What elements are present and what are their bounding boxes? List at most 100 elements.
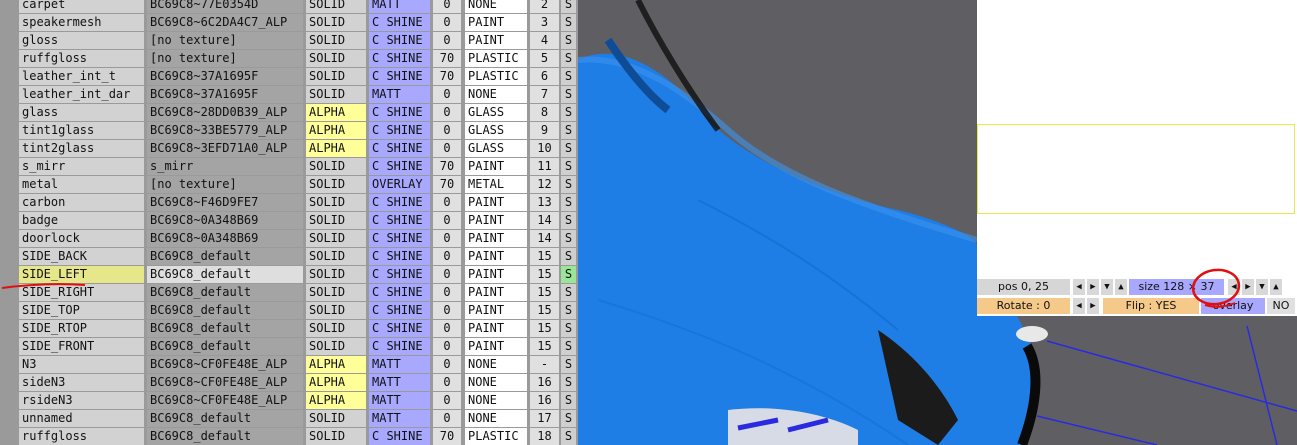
surface-type[interactable]: PAINT [465, 230, 527, 247]
shader-type[interactable]: MATT [369, 392, 430, 409]
select-toggle[interactable]: S [561, 140, 576, 157]
surface-type[interactable]: NONE [465, 86, 527, 103]
material-name[interactable]: tint2glass [19, 140, 144, 157]
texture-name[interactable]: s_mirr [147, 158, 303, 175]
shine-value[interactable]: 0 [433, 14, 461, 31]
material-row[interactable]: sideN3 BC69C8~CF0FE48E_ALP ALPHA MATT 0 NONE 1… [0, 374, 578, 391]
material-row[interactable]: ruffgloss [no texture] SOLID C SHINE 70 PLAST… [0, 50, 578, 67]
select-toggle[interactable]: S [561, 248, 576, 265]
texture-name[interactable]: BC69C8~37A1695F [147, 68, 303, 85]
blend-mode[interactable]: ALPHA [306, 356, 366, 373]
shader-type[interactable]: C SHINE [369, 212, 430, 229]
pos-left-button[interactable]: ◀ [1073, 279, 1085, 295]
material-name[interactable]: metal [19, 176, 144, 193]
shine-value[interactable]: 70 [433, 68, 461, 85]
select-toggle[interactable]: S [561, 0, 576, 13]
select-toggle[interactable]: S [561, 104, 576, 121]
blend-mode[interactable]: SOLID [306, 266, 366, 283]
material-row[interactable]: unnamed BC69C8_default SOLID MATT 0 NONE 17 S [0, 410, 578, 427]
group-number[interactable]: 11 [530, 158, 559, 175]
surface-type[interactable]: PAINT [465, 266, 527, 283]
select-toggle[interactable]: S [561, 428, 576, 445]
material-row[interactable]: glass BC69C8~28DD0B39_ALP ALPHA C SHINE 0 GLA… [0, 104, 578, 121]
surface-type[interactable]: GLASS [465, 140, 527, 157]
material-name[interactable]: SIDE_RIGHT [19, 284, 144, 301]
surface-type[interactable]: NONE [465, 392, 527, 409]
texture-name[interactable]: BC69C8~CF0FE48E_ALP [147, 356, 303, 373]
texture-name[interactable]: [no texture] [147, 176, 303, 193]
blend-mode[interactable]: SOLID [306, 338, 366, 355]
material-name[interactable]: glass [19, 104, 144, 121]
material-row[interactable]: speakermesh BC69C8~6C2DA4C7_ALP SOLID C SHI… [0, 14, 578, 31]
shader-type[interactable]: C SHINE [369, 320, 430, 337]
select-toggle[interactable]: S [561, 410, 576, 427]
material-row[interactable]: SIDE_LEFT BC69C8_default SOLID C SHINE 0 PAIN… [0, 266, 578, 283]
blend-mode[interactable]: SOLID [306, 176, 366, 193]
blend-mode[interactable]: SOLID [306, 32, 366, 49]
select-toggle[interactable]: S [561, 86, 576, 103]
shine-value[interactable]: 0 [433, 194, 461, 211]
blend-mode[interactable]: ALPHA [306, 140, 366, 157]
shine-value[interactable]: 0 [433, 122, 461, 139]
material-row[interactable]: SIDE_RIGHT BC69C8_default SOLID C SHINE 0 PAI… [0, 284, 578, 301]
blend-mode[interactable]: ALPHA [306, 122, 366, 139]
material-row[interactable]: N3 BC69C8~CF0FE48E_ALP ALPHA MATT 0 NONE - S [0, 356, 578, 373]
group-number[interactable]: 16 [530, 374, 559, 391]
group-number[interactable]: 15 [530, 338, 559, 355]
pos-down-button[interactable]: ▼ [1101, 279, 1113, 295]
blend-mode[interactable]: SOLID [306, 68, 366, 85]
blend-mode[interactable]: SOLID [306, 230, 366, 247]
texture-name[interactable]: BC69C8~F46D9FE7 [147, 194, 303, 211]
overlay-toggle[interactable]: overlay [1201, 298, 1265, 314]
surface-type[interactable]: PLASTIC [465, 428, 527, 445]
shine-value[interactable]: 0 [433, 140, 461, 157]
surface-type[interactable]: PAINT [465, 32, 527, 49]
size-up-button[interactable]: ▲ [1270, 279, 1282, 295]
material-name[interactable]: N3 [19, 356, 144, 373]
select-toggle[interactable]: S [561, 68, 576, 85]
size-left-button[interactable]: ◀ [1228, 279, 1240, 295]
texture-name[interactable]: BC69C8~0A348B69 [147, 212, 303, 229]
shine-value[interactable]: 0 [433, 356, 461, 373]
blend-mode[interactable]: SOLID [306, 86, 366, 103]
shader-type[interactable]: C SHINE [369, 248, 430, 265]
texture-name[interactable]: BC69C8~CF0FE48E_ALP [147, 374, 303, 391]
shine-value[interactable]: 0 [433, 266, 461, 283]
material-name[interactable]: carbon [19, 194, 144, 211]
shader-type[interactable]: C SHINE [369, 32, 430, 49]
texture-name[interactable]: BC69C8_default [147, 284, 303, 301]
group-number[interactable]: 15 [530, 302, 559, 319]
blend-mode[interactable]: SOLID [306, 302, 366, 319]
material-name[interactable]: unnamed [19, 410, 144, 427]
surface-type[interactable]: PLASTIC [465, 68, 527, 85]
material-row[interactable]: SIDE_TOP BC69C8_default SOLID C SHINE 0 PAINT… [0, 302, 578, 319]
texture-name[interactable]: BC69C8~0A348B69 [147, 230, 303, 247]
shine-value[interactable]: 0 [433, 86, 461, 103]
material-row[interactable]: metal [no texture] SOLID OVERLAY 70 METAL 12 S [0, 176, 578, 193]
shine-value[interactable]: 0 [433, 284, 461, 301]
surface-type[interactable]: NONE [465, 410, 527, 427]
material-name[interactable]: leather_int_dar [19, 86, 144, 103]
shine-value[interactable]: 0 [433, 230, 461, 247]
shine-value[interactable]: 0 [433, 212, 461, 229]
select-toggle[interactable]: S [561, 320, 576, 337]
surface-type[interactable]: GLASS [465, 104, 527, 121]
shader-type[interactable]: C SHINE [369, 266, 430, 283]
shader-type[interactable]: C SHINE [369, 158, 430, 175]
shader-type[interactable]: C SHINE [369, 50, 430, 67]
surface-type[interactable]: PAINT [465, 320, 527, 337]
shine-value[interactable]: 0 [433, 320, 461, 337]
group-number[interactable]: 3 [530, 14, 559, 31]
group-number[interactable]: 16 [530, 392, 559, 409]
material-name[interactable]: gloss [19, 32, 144, 49]
texture-name[interactable]: BC69C8~33BE5779_ALP [147, 122, 303, 139]
group-number[interactable]: - [530, 356, 559, 373]
shine-value[interactable]: 70 [433, 158, 461, 175]
select-toggle[interactable]: S [561, 356, 576, 373]
blend-mode[interactable]: SOLID [306, 410, 366, 427]
shader-type[interactable]: C SHINE [369, 284, 430, 301]
material-name[interactable]: ruffgloss [19, 50, 144, 67]
flip-toggle[interactable]: Flip : YES [1103, 298, 1199, 314]
blend-mode[interactable]: SOLID [306, 50, 366, 67]
select-toggle[interactable]: S [561, 374, 576, 391]
